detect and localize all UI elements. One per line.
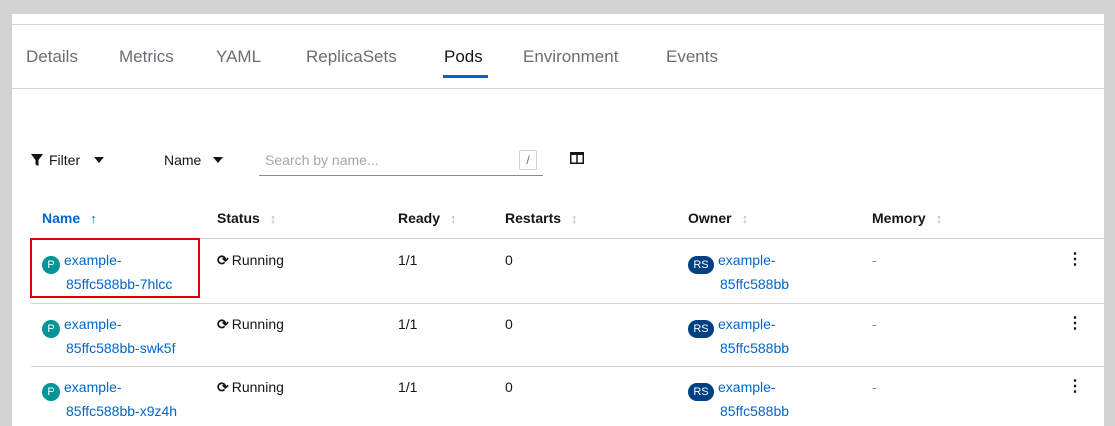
active-tab-indicator — [443, 75, 488, 78]
kebab-menu-icon[interactable]: ⋮ — [1067, 378, 1083, 396]
pods-page: Details Metrics YAML ReplicaSets Pods En… — [12, 14, 1104, 426]
tab-details[interactable]: Details — [26, 47, 78, 67]
ready-cell: 1/1 — [398, 316, 418, 332]
tab-bar: Details Metrics YAML ReplicaSets Pods En… — [12, 24, 1104, 89]
sync-icon: ⟳ — [217, 252, 229, 268]
restarts-cell: 0 — [505, 252, 513, 268]
memory-cell: - — [872, 379, 877, 395]
pod-name-line1: example- — [64, 316, 122, 332]
column-header-label: Name — [42, 210, 81, 226]
memory-cell: - — [872, 316, 877, 332]
sort-icon: ↕ — [571, 210, 578, 226]
restarts-cell: 0 — [505, 316, 513, 332]
sync-icon: ⟳ — [217, 316, 229, 332]
status-cell: ⟳ Running — [217, 314, 284, 335]
pod-badge-icon: P — [42, 320, 60, 338]
owner-link[interactable]: RS example- 85ffc588bb — [688, 250, 789, 295]
owner-link[interactable]: RS example- 85ffc588bb — [688, 377, 789, 422]
pod-name-link[interactable]: Pexample- 85ffc588bb-swk5f — [42, 314, 175, 359]
status-cell: ⟳ Running — [217, 377, 284, 398]
column-header-label: Restarts — [505, 210, 562, 226]
pod-name-line2: 85ffc588bb-x9z4h — [66, 403, 178, 419]
kebab-menu-icon[interactable]: ⋮ — [1067, 315, 1083, 333]
restarts-cell: 0 — [505, 379, 513, 395]
tab-pods[interactable]: Pods — [444, 47, 483, 67]
owner-link[interactable]: RS example- 85ffc588bb — [688, 314, 789, 359]
pod-name-line1: example- — [64, 379, 122, 395]
filter-label: Filter — [49, 152, 81, 168]
column-header-label: Status — [217, 210, 260, 226]
replicaset-badge-icon: RS — [688, 256, 714, 274]
tab-yaml[interactable]: YAML — [216, 47, 261, 67]
search-input[interactable] — [259, 151, 507, 169]
caret-down-icon — [94, 157, 105, 163]
owner-name-line2: 85ffc588bb — [720, 340, 790, 356]
row-divider — [31, 366, 1104, 367]
column-header-status[interactable]: Status ↕ — [217, 210, 276, 226]
pod-name-link[interactable]: Pexample- 85ffc588bb-x9z4h — [42, 377, 177, 422]
ready-cell: 1/1 — [398, 252, 418, 268]
sort-icon: ↕ — [269, 210, 277, 226]
filter-type-select[interactable]: Name — [164, 145, 224, 175]
replicaset-badge-icon: RS — [688, 320, 714, 338]
manage-columns-icon[interactable] — [570, 152, 584, 164]
status-cell: ⟳ Running — [217, 250, 284, 271]
caret-down-icon — [213, 157, 224, 163]
sort-ascending-icon: ↑ — [90, 210, 97, 226]
pod-badge-icon: P — [42, 383, 60, 401]
tab-metrics[interactable]: Metrics — [119, 47, 174, 67]
memory-cell: - — [872, 252, 877, 268]
owner-name-line1: example- — [718, 379, 776, 395]
tab-events[interactable]: Events — [666, 47, 718, 67]
tab-replicasets[interactable]: ReplicaSets — [306, 47, 397, 67]
filter-icon — [31, 153, 43, 166]
column-header-owner[interactable]: Owner ↕ — [688, 210, 748, 226]
ready-cell: 1/1 — [398, 379, 418, 395]
status-text: Running — [231, 379, 284, 395]
filter-dropdown[interactable]: Filter — [31, 145, 105, 175]
column-header-label: Owner — [688, 210, 732, 226]
pod-name-line2: 85ffc588bb-swk5f — [66, 340, 176, 356]
status-text: Running — [231, 316, 284, 332]
owner-name-line2: 85ffc588bb — [720, 276, 790, 292]
row-divider — [31, 303, 1104, 304]
column-header-name[interactable]: Name ↑ — [42, 210, 97, 226]
filter-type-label: Name — [164, 152, 202, 168]
owner-name-line1: example- — [718, 316, 776, 332]
tab-environment[interactable]: Environment — [523, 47, 618, 67]
status-text: Running — [231, 252, 284, 268]
owner-name-line1: example- — [718, 252, 776, 268]
sort-icon: ↕ — [450, 210, 457, 226]
column-header-restarts[interactable]: Restarts ↕ — [505, 210, 578, 226]
search-box: / — [259, 145, 543, 176]
kebab-menu-icon[interactable]: ⋮ — [1067, 251, 1083, 269]
column-header-label: Memory — [872, 210, 926, 226]
column-header-label: Ready — [398, 210, 441, 226]
search-shortcut-hint: / — [519, 150, 537, 170]
column-header-ready[interactable]: Ready ↕ — [398, 210, 457, 226]
sync-icon: ⟳ — [217, 379, 229, 395]
sort-icon: ↕ — [741, 210, 749, 226]
highlight-box — [30, 238, 200, 298]
owner-name-line2: 85ffc588bb — [720, 403, 790, 419]
sort-icon: ↕ — [935, 210, 943, 226]
replicaset-badge-icon: RS — [688, 383, 714, 401]
column-header-memory[interactable]: Memory ↕ — [872, 210, 942, 226]
